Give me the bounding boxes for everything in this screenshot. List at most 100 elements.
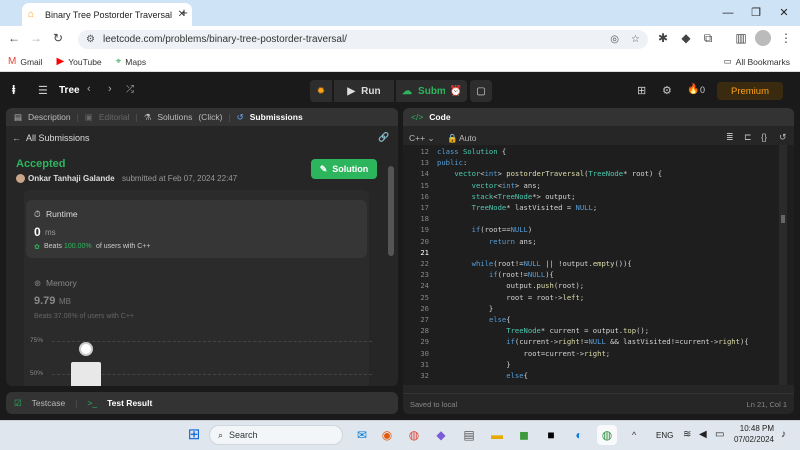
code-line[interactable]: vector<int> postorderTraversal(TreeNode*… <box>437 169 662 178</box>
code-line[interactable]: TreeNode* lastVisited = NULL; <box>437 203 598 212</box>
extension-icon[interactable]: ◆ <box>678 30 694 46</box>
next-problem-icon[interactable]: › <box>108 83 112 95</box>
code-line[interactable]: vector<int> ans; <box>437 181 541 190</box>
editor-scrollbar[interactable] <box>779 145 787 385</box>
tab-submissions[interactable]: Submissions <box>250 112 303 122</box>
minimize-button[interactable]: — <box>718 5 738 21</box>
all-bookmarks[interactable]: ▭ All Bookmarks <box>724 56 790 67</box>
bookmark-gmail[interactable]: M Gmail <box>8 56 43 67</box>
back-icon[interactable]: ← <box>6 30 22 46</box>
format-braces-icon[interactable]: {} <box>761 132 767 142</box>
editor-scroll-thumb[interactable] <box>781 215 785 223</box>
left-scrollbar[interactable] <box>388 166 394 256</box>
maximize-button[interactable]: ❐ <box>746 5 766 21</box>
auto-mode[interactable]: Auto <box>459 133 477 143</box>
code-line[interactable]: output.push(root); <box>437 281 584 290</box>
language-select[interactable]: C++ ⌄ <box>409 133 435 144</box>
side-panel-icon[interactable]: ▥ <box>733 30 749 46</box>
battery-icon[interactable]: ▭ <box>715 429 724 440</box>
bookmark-star-icon[interactable]: ☆ <box>631 34 640 45</box>
code-tab[interactable]: Code <box>429 112 450 122</box>
problem-list-title[interactable]: Tree <box>59 85 80 96</box>
new-tab-button[interactable]: + <box>176 5 192 21</box>
menu-dots-icon[interactable]: ⋮ <box>778 30 794 46</box>
chrome-icon[interactable]: ◍ <box>404 425 424 445</box>
runtime-card[interactable]: ⏱ Runtime 0 ms ✿ Beats 100.00% of users … <box>26 200 367 258</box>
volume-icon[interactable]: ◀ <box>699 429 707 440</box>
wifi-icon[interactable]: ≋ <box>683 429 691 440</box>
notification-bell-icon[interactable]: ♪ <box>781 429 786 440</box>
extension-icon[interactable]: ✱ <box>655 30 671 46</box>
tray-chevron-icon[interactable]: ^ <box>632 430 636 440</box>
app-icon[interactable]: ◆ <box>431 425 451 445</box>
code-line[interactable]: public: <box>437 158 467 167</box>
code-line[interactable]: if(root==NULL) <box>437 225 533 234</box>
reset-icon[interactable]: ↺ <box>779 132 787 143</box>
share-link-icon[interactable]: 🔗 <box>378 132 389 143</box>
code-line[interactable]: while(root!=NULL || !output.empty()){ <box>437 259 632 268</box>
leetcode-logo-icon[interactable]: ⱡ <box>12 83 15 97</box>
code-line[interactable]: } <box>437 304 493 313</box>
layout-grid-icon[interactable]: ⊞ <box>637 84 646 97</box>
language-indicator[interactable]: ENG <box>656 431 673 440</box>
extensions-puzzle-icon[interactable]: ⧉ <box>700 30 716 46</box>
tab-description[interactable]: Description <box>28 112 71 122</box>
debug-icon[interactable]: ✹ <box>310 80 332 102</box>
eye-off-icon[interactable]: ◎ <box>610 34 619 45</box>
username[interactable]: Onkar Tanhaji Galande <box>28 174 115 183</box>
minecraft-icon[interactable]: ◼ <box>514 425 534 445</box>
code-line[interactable]: } <box>437 360 510 369</box>
site-info-icon[interactable]: ⚙ <box>86 34 95 45</box>
code-line[interactable]: root=current->right; <box>437 349 611 358</box>
edge-icon[interactable]: ◐ <box>569 425 589 445</box>
app-icon[interactable]: ▤ <box>459 425 479 445</box>
close-window-button[interactable]: ✕ <box>774 5 794 21</box>
back-arrow-icon[interactable]: ← <box>12 133 21 143</box>
address-bar[interactable]: ⚙ leetcode.com/problems/binary-tree-post… <box>78 30 648 49</box>
code-line[interactable]: if(root!=NULL){ <box>437 270 554 279</box>
shuffle-icon[interactable]: ⤮ <box>126 84 134 95</box>
file-explorer-icon[interactable]: ▬ <box>487 425 507 445</box>
list-icon[interactable]: ☰ <box>38 84 52 98</box>
code-line[interactable]: TreeNode* current = output.top(); <box>437 326 649 335</box>
settings-gear-icon[interactable]: ⚙ <box>662 84 672 97</box>
code-line[interactable]: else{ <box>437 371 528 380</box>
prev-problem-icon[interactable]: ‹ <box>87 83 91 95</box>
code-line[interactable]: return ans; <box>437 237 537 246</box>
taskbar-search[interactable]: ⌕ Search <box>209 425 343 445</box>
alarm-clock-icon[interactable]: ⏰ <box>445 80 467 102</box>
clock-time[interactable]: 10:48 PM <box>734 424 774 433</box>
code-line[interactable]: root = root->left; <box>437 293 584 302</box>
notes-icon[interactable]: ▢ <box>470 80 492 102</box>
clock-date[interactable]: 07/02/2024 <box>733 435 774 444</box>
windows-start-icon[interactable]: ⊞ <box>184 425 204 445</box>
distribution-bar[interactable] <box>71 362 101 386</box>
notes-lines-icon[interactable]: ≣ <box>726 132 734 143</box>
memory-label[interactable]: Memory <box>46 278 77 288</box>
reload-icon[interactable]: ↻ <box>50 30 66 46</box>
chrome-active-icon[interactable]: ◍ <box>597 425 617 445</box>
bookmark-icon[interactable]: ⊏ <box>744 132 752 143</box>
streak-fire-icon[interactable]: 🔥 <box>687 84 699 95</box>
code-line[interactable]: if(current->right!=NULL && lastVisited!=… <box>437 337 748 346</box>
post-solution-button[interactable]: ✎ Solution <box>311 159 377 179</box>
profile-avatar[interactable] <box>755 30 771 46</box>
tab-editorial[interactable]: Editorial <box>99 112 130 122</box>
code-line[interactable]: class Solution { <box>437 147 506 156</box>
all-submissions-link[interactable]: All Submissions <box>26 133 90 143</box>
browser-tab[interactable]: ⌂ Binary Tree Postorder Traversal ✕ <box>22 3 192 26</box>
mail-icon[interactable]: ✉ <box>352 425 372 445</box>
code-editor[interactable]: 12 class Solution {13 public: 14 vector<int… <box>403 145 794 385</box>
forward-icon[interactable]: → <box>28 30 44 46</box>
code-line[interactable]: else{ <box>437 315 511 324</box>
tab-testcase[interactable]: Testcase <box>32 398 66 408</box>
bookmark-youtube[interactable]: ▶ YouTube <box>57 56 102 67</box>
tab-solutions[interactable]: Solutions <box>157 112 192 122</box>
tab-test-result[interactable]: Test Result <box>107 398 152 408</box>
jetbrains-icon[interactable]: ■ <box>541 425 561 445</box>
firefox-icon[interactable]: ◉ <box>377 425 397 445</box>
premium-button[interactable]: Premium <box>717 82 783 100</box>
code-line[interactable]: stack<TreeNode*> output; <box>437 192 576 201</box>
bookmark-maps[interactable]: ⌖ Maps <box>116 56 146 67</box>
run-button[interactable]: ▶ Run <box>334 80 394 102</box>
